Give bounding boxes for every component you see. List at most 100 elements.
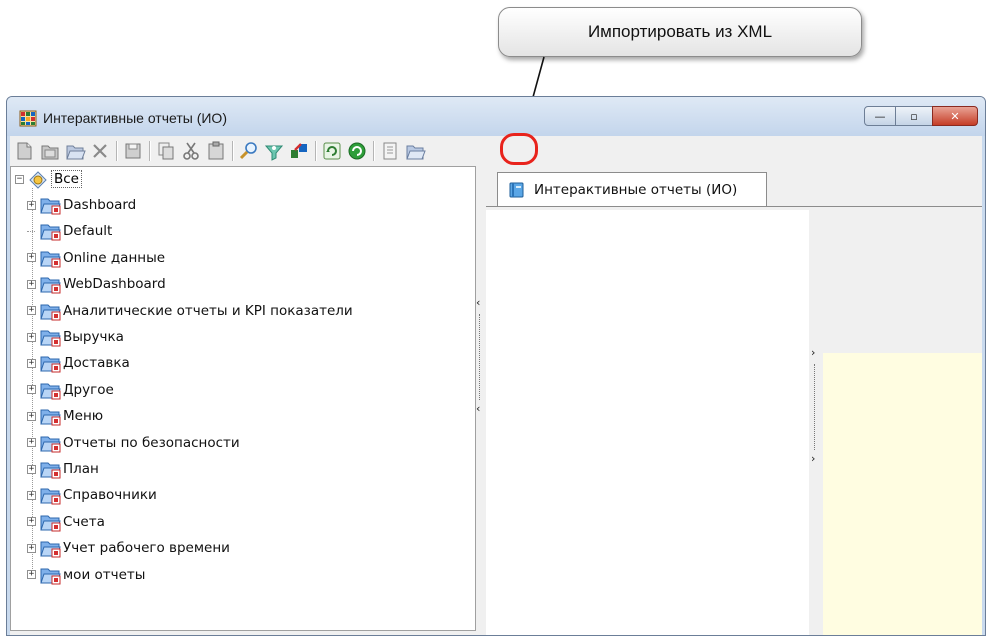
expand-icon[interactable]: + <box>27 358 36 368</box>
tree-item[interactable]: + Online данные <box>27 246 165 270</box>
minimize-icon: — <box>874 109 886 123</box>
toolbar-separator <box>315 141 317 161</box>
expand-icon[interactable]: + <box>27 490 36 500</box>
refresh-all-button[interactable] <box>346 140 368 162</box>
tree-item-label: Доставка <box>63 355 130 372</box>
collapse-left-icon[interactable]: ‹ <box>476 296 480 309</box>
report-tree[interactable]: − Все + Dashboard Default + Online данные + We… <box>10 166 476 631</box>
expand-icon[interactable]: + <box>27 385 36 395</box>
properties-panel <box>823 353 982 635</box>
copy-icon <box>158 142 174 160</box>
expand-icon[interactable]: + <box>27 543 36 553</box>
title-bar[interactable]: Интерактивные отчеты (ИО) — ▫ ✕ <box>7 97 985 136</box>
close-button[interactable]: ✕ <box>932 106 978 126</box>
expand-icon[interactable]: + <box>27 279 36 289</box>
filter-icon <box>264 145 284 161</box>
minimize-button[interactable]: — <box>864 106 896 126</box>
tree-item[interactable]: + Отчеты по безопасности <box>27 431 240 455</box>
collapse-left-icon-2[interactable]: ‹ <box>476 402 480 415</box>
report-folder-icon <box>40 515 61 532</box>
tree-item[interactable]: + Выручка <box>27 325 124 349</box>
expand-icon[interactable]: + <box>27 464 36 474</box>
app-grid-icon <box>19 110 37 127</box>
tree-item[interactable]: + мои отчеты <box>27 563 145 587</box>
refresh-icon <box>323 142 341 160</box>
tree-item-label: Учет рабочего времени <box>63 540 230 557</box>
collapse-icon[interactable]: − <box>15 174 24 184</box>
tree-root[interactable]: − Все <box>15 167 82 191</box>
refresh-button[interactable] <box>321 140 343 162</box>
move-button[interactable] <box>288 140 310 162</box>
expand-icon[interactable]: + <box>27 517 36 527</box>
maximize-button[interactable]: ▫ <box>895 106 933 126</box>
tree-item-label: Отчеты по безопасности <box>63 434 240 451</box>
new-report-button[interactable] <box>14 140 36 162</box>
expand-icon[interactable]: + <box>27 253 36 263</box>
report-folder-icon <box>40 541 61 558</box>
paste-button[interactable] <box>205 140 227 162</box>
report-folder-icon <box>40 488 61 505</box>
tab-strip: Интерактивные отчеты (ИО) <box>486 168 982 207</box>
copy-button[interactable] <box>155 140 177 162</box>
report-folder-icon <box>40 568 61 585</box>
import-xml-icon <box>406 145 426 160</box>
tree-item[interactable]: + Меню <box>27 404 103 428</box>
tree-item-label: Другое <box>63 381 114 398</box>
report-content-panel <box>486 210 809 635</box>
tree-item[interactable]: + Аналитические отчеты и KPI показатели <box>27 299 353 323</box>
new-report-icon <box>17 142 32 160</box>
delete-button[interactable] <box>89 140 111 162</box>
import-xml-button[interactable] <box>404 140 426 162</box>
export-xml-icon <box>383 142 397 160</box>
tree-item-label: Dashboard <box>63 197 137 213</box>
find-button[interactable] <box>238 140 260 162</box>
delete-icon <box>93 144 107 158</box>
close-icon: ✕ <box>950 109 960 123</box>
tree-item[interactable]: + WebDashboard <box>27 272 166 296</box>
expand-icon[interactable]: + <box>27 306 36 316</box>
tree-item-label: Online данные <box>63 249 166 266</box>
tree-item[interactable]: + Учет рабочего времени <box>27 536 230 560</box>
tree-item[interactable]: + Другое <box>27 378 114 402</box>
expand-icon[interactable]: + <box>27 200 36 210</box>
tree-item[interactable]: Default <box>27 219 112 243</box>
save-button[interactable] <box>122 140 144 162</box>
report-folder-icon <box>40 277 61 294</box>
toolbar <box>10 136 982 166</box>
tree-item-label: WebDashboard <box>63 276 166 293</box>
new-folder-button[interactable] <box>39 140 61 162</box>
expand-icon[interactable]: + <box>27 411 36 421</box>
open-folder-button[interactable] <box>64 140 86 162</box>
expand-right-icon-2[interactable]: › <box>811 452 815 465</box>
cut-button[interactable] <box>180 140 202 162</box>
tree-root-label: Все <box>51 170 82 188</box>
left-splitter[interactable]: ‹ ‹ <box>476 296 484 426</box>
tree-item-label: Справочники <box>63 487 157 504</box>
expand-icon[interactable]: + <box>27 332 36 342</box>
report-folder-icon <box>40 409 61 426</box>
export-xml-button[interactable] <box>379 140 401 162</box>
tree-item[interactable]: + Доставка <box>27 351 130 375</box>
report-folder-icon <box>40 198 61 215</box>
tree-connector <box>27 230 36 233</box>
book-icon <box>509 182 524 197</box>
report-folder-icon <box>40 251 61 268</box>
right-splitter[interactable]: › › <box>811 346 819 476</box>
tree-item[interactable]: + Справочники <box>27 483 157 507</box>
callout-text: Импортировать из XML <box>587 22 773 41</box>
toolbar-separator <box>149 141 151 161</box>
expand-icon[interactable]: + <box>27 438 36 448</box>
tree-item-label: План <box>63 461 99 477</box>
expand-right-icon[interactable]: › <box>811 346 815 359</box>
tree-item[interactable]: + План <box>27 457 99 481</box>
tab-label: Интерактивные отчеты (ИО) <box>534 181 738 198</box>
report-folder-icon <box>40 462 61 479</box>
report-folder-icon <box>40 436 61 453</box>
tab-interactive-reports[interactable]: Интерактивные отчеты (ИО) <box>497 172 767 206</box>
report-folder-icon <box>40 224 61 241</box>
expand-icon[interactable]: + <box>27 570 36 580</box>
tree-item[interactable]: + Dashboard <box>27 193 136 217</box>
paste-icon <box>208 141 224 160</box>
filter-button[interactable] <box>263 140 285 162</box>
tree-item[interactable]: + Счета <box>27 510 105 534</box>
